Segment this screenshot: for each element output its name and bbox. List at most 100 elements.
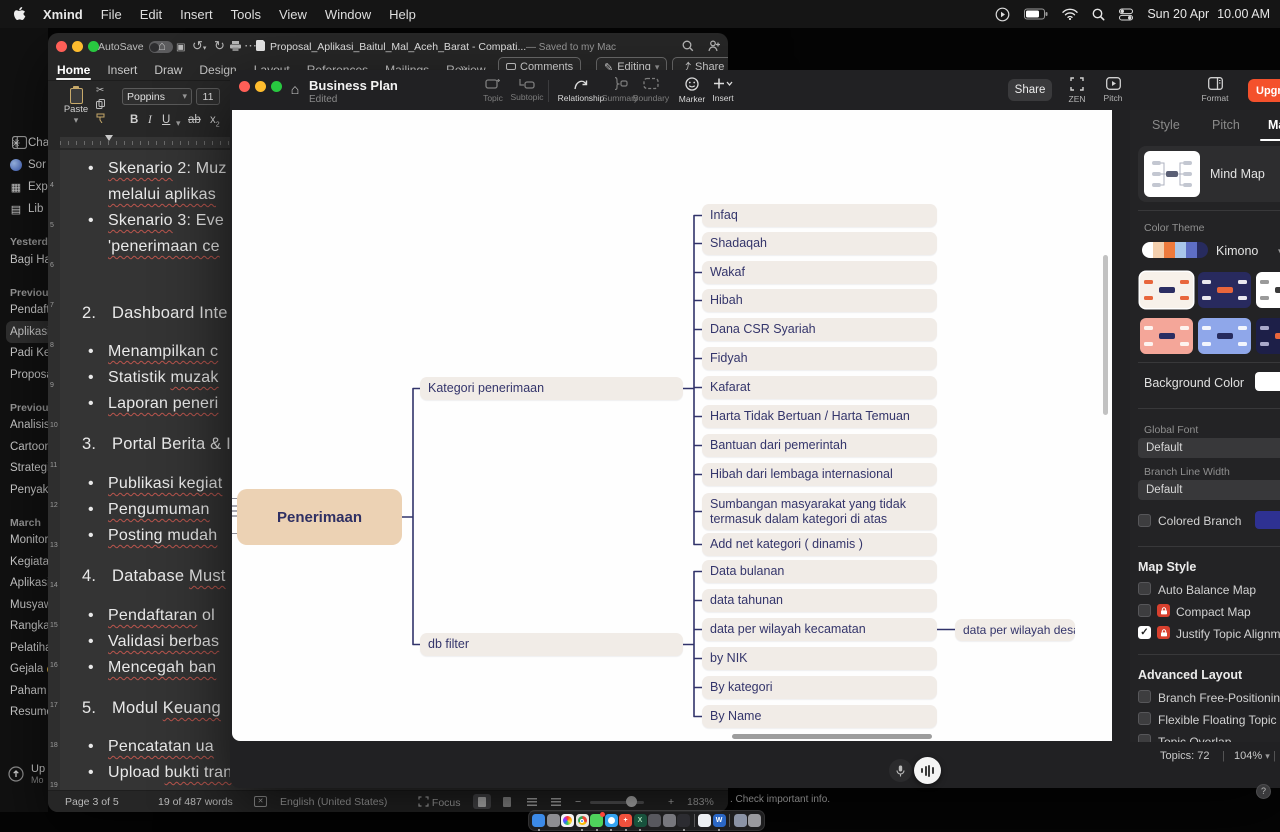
background-color-swatch[interactable] — [1255, 372, 1280, 391]
subtopic[interactable]: Data bulanan — [702, 560, 937, 583]
battery-icon[interactable] — [1024, 8, 1048, 20]
chat-history-item[interactable]: Cartoon — [10, 436, 48, 458]
close-button[interactable] — [239, 81, 250, 92]
menu-app-name[interactable]: Xmind — [43, 7, 83, 22]
word-count[interactable]: 19 of 487 words — [158, 796, 233, 808]
theme-thumbnail[interactable] — [1256, 318, 1280, 354]
help-button[interactable]: ? — [1256, 784, 1271, 799]
share-button[interactable]: Share — [1008, 79, 1052, 101]
vertical-scrollbar[interactable] — [1103, 255, 1108, 415]
chat-history-item[interactable]: Gejala — [10, 659, 48, 681]
font-size-select[interactable]: 11 — [196, 88, 220, 105]
subtopic[interactable]: Harta Tidak Bertuan / Harta Temuan — [702, 405, 937, 428]
subtopic[interactable]: Add net kategori ( dinamis ) — [702, 533, 937, 556]
chat-history-item[interactable]: Aplikasi — [6, 321, 48, 343]
theme-thumbnail[interactable] — [1140, 318, 1193, 354]
dock-icon-medical[interactable]: + — [619, 814, 632, 827]
tab-home[interactable]: Home — [56, 63, 91, 77]
menu-item-file[interactable]: File — [101, 7, 122, 22]
chat-history-item[interactable]: Aplikasi — [10, 573, 48, 595]
dock-icon-settings[interactable] — [547, 814, 560, 827]
dock-icon-photo-booth[interactable] — [677, 814, 690, 827]
subtopic[interactable]: data per wilayah kecamatan — [702, 618, 937, 641]
theme-thumbnail[interactable] — [1198, 318, 1251, 354]
underline-chevron[interactable]: ▾ — [176, 118, 181, 129]
print-icon[interactable] — [230, 41, 241, 51]
vertical-ruler[interactable]: 4567891011121314151617181920 — [48, 150, 60, 790]
redo-icon[interactable]: ↻ — [214, 39, 225, 53]
strikethrough-button[interactable]: ab — [188, 114, 201, 126]
subtopic[interactable]: Wakaf — [702, 261, 937, 284]
boundary-tool-button[interactable]: Boundary — [628, 77, 674, 107]
outline-view-button[interactable] — [523, 794, 541, 809]
home-icon[interactable]: ⌂ — [158, 39, 166, 53]
subscript-button[interactable]: x2 — [210, 114, 220, 128]
checkbox[interactable] — [1138, 582, 1151, 595]
menu-item-insert[interactable]: Insert — [180, 7, 213, 22]
checkbox[interactable] — [1138, 690, 1151, 703]
proofing-icon[interactable]: ✕ — [254, 796, 267, 807]
subtopic[interactable]: Hibah — [702, 289, 937, 312]
format-painter-icon[interactable] — [96, 113, 106, 123]
microphone-icon[interactable] — [889, 759, 912, 782]
chat-history-item[interactable]: Kegiatan — [10, 551, 48, 573]
menu-item-tools[interactable]: Tools — [231, 7, 261, 22]
upgrade-plan-button[interactable]: UpMo — [8, 763, 48, 785]
chat-history-item[interactable]: Paham A — [10, 680, 48, 702]
sidebar-item-cha[interactable]: ✳Cha — [10, 132, 48, 154]
web-layout-view-button[interactable] — [498, 794, 516, 809]
mindmap-canvas[interactable]: Penerimaan Kategori penerimaandb filterI… — [232, 110, 1112, 741]
subtopic[interactable]: Bantuan dari pemerintah — [702, 434, 937, 457]
main-topic[interactable]: db filter — [420, 633, 683, 656]
checkbox[interactable] — [1138, 734, 1151, 742]
dock-icon-trash[interactable] — [748, 814, 761, 827]
bold-button[interactable]: B — [130, 114, 138, 126]
apple-icon[interactable] — [14, 7, 27, 22]
chat-history-item[interactable]: Pelatihan — [10, 637, 48, 659]
subtopic[interactable]: by NIK — [702, 647, 937, 670]
insert-tool-button[interactable]: Insert — [700, 77, 746, 107]
menu-item-view[interactable]: View — [279, 7, 307, 22]
indent-marker[interactable] — [105, 135, 113, 141]
subtopic[interactable]: Sumbangan masyarakat yang tidak termasuk… — [702, 493, 937, 530]
subtopic[interactable]: Dana CSR Syariah — [702, 318, 937, 341]
zoom-button[interactable] — [271, 81, 282, 92]
menu-item-help[interactable]: Help — [389, 7, 416, 22]
share-contact-icon[interactable] — [708, 40, 721, 52]
subtopic[interactable]: Fidyah — [702, 347, 937, 370]
zoom-in-button[interactable]: + — [668, 796, 674, 808]
underline-button[interactable]: U — [162, 114, 170, 126]
branch-line-width-select[interactable]: Default — [1138, 480, 1280, 500]
cut-icon[interactable]: ✂ — [96, 85, 104, 96]
colored-branch-checkbox[interactable] — [1138, 514, 1151, 527]
dock-icon-notes[interactable] — [648, 814, 661, 827]
subtopic-tool-button[interactable]: Subtopic — [504, 77, 550, 107]
dock-icon-whatsapp[interactable] — [590, 814, 603, 827]
theme-swatch-bar[interactable] — [1142, 242, 1208, 258]
page-indicator[interactable]: Page 3 of 5 — [65, 796, 119, 808]
checkbox[interactable] — [1138, 604, 1151, 617]
chat-history-item[interactable]: Resume — [10, 702, 48, 724]
subtopic[interactable]: Kafarat — [702, 376, 937, 399]
theme-name[interactable]: Kimono — [1216, 244, 1258, 258]
chat-history-item[interactable]: Strategi — [10, 458, 48, 480]
font-name-select[interactable]: Poppins▾ — [122, 88, 192, 105]
dock-icon-photos[interactable] — [561, 814, 574, 827]
subtopic[interactable]: Hibah dari lembaga internasional — [702, 463, 937, 486]
chat-history-item[interactable]: Analisis — [10, 415, 48, 437]
draft-view-button[interactable] — [547, 794, 565, 809]
dock-icon-downloads[interactable] — [734, 814, 747, 827]
chat-history-item[interactable]: Rangkai — [10, 616, 48, 638]
menu-clock[interactable]: Sun 20 Apr10.00 AM — [1147, 7, 1270, 21]
theme-thumbnail[interactable] — [1256, 272, 1280, 308]
chat-history-item[interactable]: Monitori — [10, 530, 48, 552]
language-indicator[interactable]: English (United States) — [280, 796, 387, 808]
horizontal-scrollbar[interactable] — [732, 734, 932, 739]
dock-icon-excel[interactable]: X — [634, 814, 647, 827]
home-icon[interactable]: ⌂ — [285, 80, 305, 100]
control-center-icon[interactable] — [1119, 8, 1133, 21]
focus-button[interactable]: Focus — [418, 796, 461, 809]
screen-mirroring-icon[interactable] — [995, 7, 1010, 22]
chat-history-item[interactable]: Bagi Has — [10, 249, 48, 271]
menu-item-window[interactable]: Window — [325, 7, 371, 22]
